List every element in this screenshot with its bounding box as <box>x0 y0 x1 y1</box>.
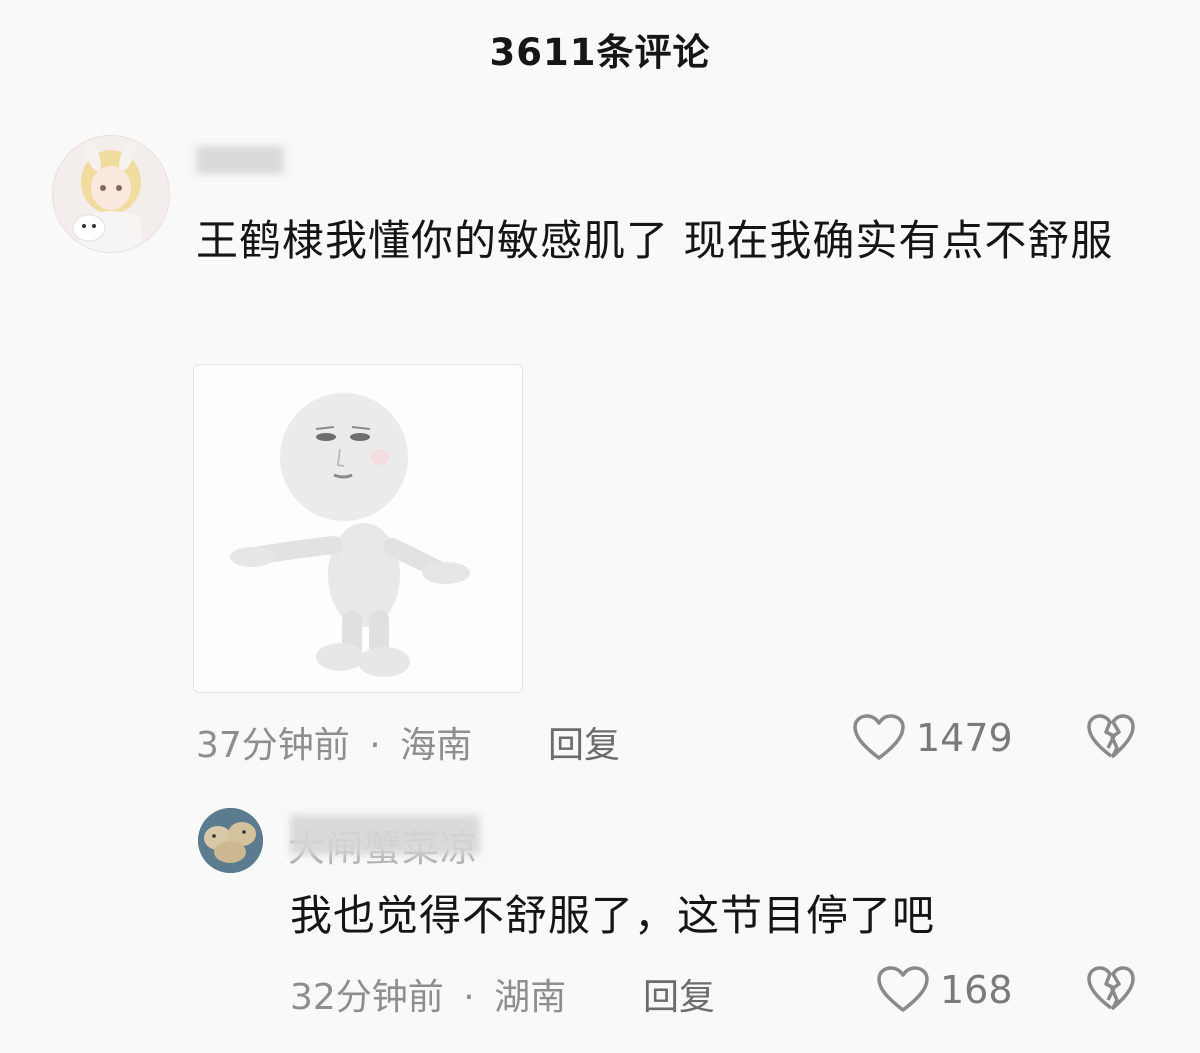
avatar-puppies-image <box>198 808 263 873</box>
meta-separator: · <box>369 725 381 766</box>
reply-meta: 32分钟前 · 湖南 <box>290 968 566 1020</box>
avatar-anime-girl-image <box>53 136 169 252</box>
reply-like-count: 168 <box>940 968 1013 1012</box>
reply-reply-button[interactable]: 回复 <box>643 968 715 1020</box>
username-blurred[interactable] <box>196 146 284 174</box>
comment-location: 海南 <box>400 725 473 766</box>
comment-time: 37分钟前 <box>196 725 350 766</box>
username-blur-mask <box>290 815 480 855</box>
reply-text: 我也觉得不舒服了，这节目停了吧 <box>290 891 936 940</box>
broken-heart-icon[interactable] <box>1086 714 1136 764</box>
reply-time: 32分钟前 <box>290 977 444 1018</box>
comment-image[interactable] <box>193 364 523 693</box>
meme-figure-image <box>230 393 470 677</box>
meta-separator: · <box>463 977 475 1018</box>
heart-outline-icon[interactable] <box>876 966 930 1018</box>
comments-count-title: 3611条评论 <box>489 31 711 74</box>
reply-location: 湖南 <box>494 977 567 1018</box>
comment-text: 王鹤棣我懂你的敏感肌了 现在我确实有点不舒服 <box>196 216 1114 265</box>
comment-meta: 37分钟前 · 海南 <box>196 716 472 768</box>
broken-heart-icon[interactable] <box>1086 966 1136 1016</box>
reply-button[interactable]: 回复 <box>548 716 620 768</box>
reply-avatar[interactable] <box>198 808 263 873</box>
heart-outline-icon[interactable] <box>852 714 906 766</box>
avatar[interactable] <box>52 135 170 253</box>
like-count: 1479 <box>916 716 1013 760</box>
